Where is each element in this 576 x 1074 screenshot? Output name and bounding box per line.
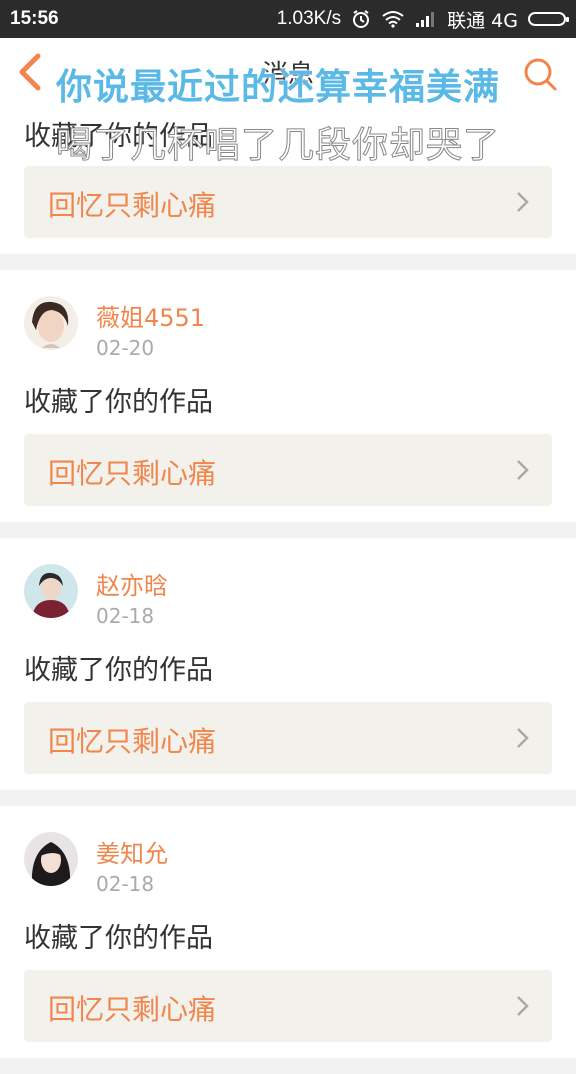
- notification-card: 赵亦晗 02-18 收藏了你的作品 回忆只剩心痛: [0, 538, 576, 790]
- alarm-icon: [353, 10, 370, 28]
- chevron-right-icon: [517, 192, 529, 212]
- chevron-right-icon: [517, 728, 529, 748]
- work-link[interactable]: 回忆只剩心痛: [24, 166, 552, 238]
- action-text: 收藏了你的作品: [24, 387, 213, 418]
- signal-icon: [416, 12, 435, 27]
- post-date: 02-18: [96, 604, 155, 628]
- work-title: 回忆只剩心痛: [48, 457, 217, 490]
- work-title: 回忆只剩心痛: [48, 189, 217, 222]
- work-link[interactable]: 回忆只剩心痛: [24, 970, 552, 1042]
- lyric-overlay-line2: 喝了几杯唱了几段你却哭了: [55, 125, 501, 167]
- post-date: 02-18: [96, 872, 155, 896]
- lyric-overlay-line1: 你说最近过的还算幸福美满: [56, 67, 501, 108]
- net-speed: 1.03K/s: [276, 8, 342, 29]
- user-name[interactable]: 赵亦晗: [96, 566, 168, 601]
- carrier-label: 联通 4G: [447, 9, 518, 32]
- work-title: 回忆只剩心痛: [48, 725, 217, 758]
- user-name[interactable]: 薇姐4551: [96, 298, 205, 333]
- user-avatar[interactable]: [24, 832, 78, 886]
- user-avatar[interactable]: [24, 564, 78, 618]
- user-avatar[interactable]: [24, 296, 78, 350]
- wifi-icon: [382, 11, 404, 28]
- work-link[interactable]: 回忆只剩心痛: [24, 702, 552, 774]
- battery-icon: [528, 12, 569, 26]
- user-name[interactable]: 姜知允: [96, 834, 168, 869]
- action-text: 收藏了你的作品: [24, 655, 213, 686]
- search-icon[interactable]: [520, 54, 560, 94]
- status-bar: 15:56 1.03K/s 联通 4G: [0, 0, 576, 38]
- status-right: 1.03K/s 联通 4G: [276, 6, 569, 33]
- work-link[interactable]: 回忆只剩心痛: [24, 434, 552, 506]
- message-feed: 收藏了你的作品 回忆只剩心痛 薇姐4551 02-20 收藏了你的作品 回忆只剩…: [0, 108, 576, 1074]
- chevron-right-icon: [517, 996, 529, 1016]
- chevron-right-icon: [517, 460, 529, 480]
- notification-card: 薇姐4551 02-20 收藏了你的作品 回忆只剩心痛: [0, 270, 576, 522]
- action-text: 收藏了你的作品: [24, 923, 213, 954]
- notification-card: 姜知允 02-18 收藏了你的作品 回忆只剩心痛: [0, 806, 576, 1058]
- status-time: 15:56: [10, 8, 59, 29]
- post-date: 02-20: [96, 336, 155, 360]
- work-title: 回忆只剩心痛: [48, 993, 217, 1026]
